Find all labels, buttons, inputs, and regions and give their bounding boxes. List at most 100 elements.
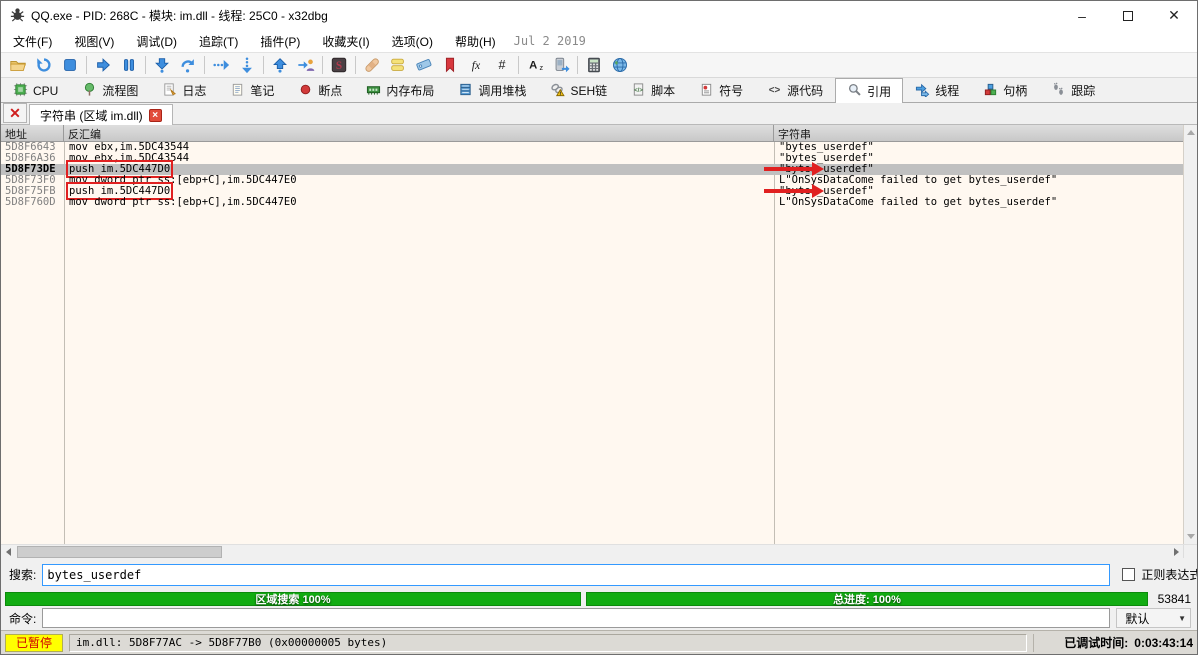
horizontal-scrollbar[interactable] bbox=[1, 545, 1183, 558]
vertical-scrollbar[interactable] bbox=[1183, 125, 1197, 544]
column-header[interactable]: 地址 bbox=[1, 125, 64, 141]
pause-button[interactable] bbox=[116, 53, 142, 77]
table-row[interactable]: 5D8F6A36mov ebx,im.5DC43544"bytes_userde… bbox=[1, 153, 1183, 164]
execute-till-return-button[interactable] bbox=[267, 53, 293, 77]
bookmarks-button[interactable] bbox=[437, 53, 463, 77]
search-input[interactable] bbox=[42, 564, 1110, 586]
minimize-button[interactable]: – bbox=[1059, 1, 1105, 30]
search-match: bytes_userdef bbox=[785, 153, 867, 164]
scroll-left-icon[interactable] bbox=[1, 544, 15, 559]
build-date: Jul 2 2019 bbox=[514, 34, 586, 48]
main-tab-bar: CPU 流程图 日志笔记断点内存布局调用堆栈SEH链</>脚本符号<>源代码引用线程… bbox=[1, 78, 1197, 103]
run-button[interactable] bbox=[90, 53, 116, 77]
open-folder-icon bbox=[9, 56, 27, 74]
labels-button[interactable] bbox=[411, 53, 437, 77]
tab-graph[interactable]: 流程图 bbox=[70, 78, 150, 102]
step-over-button[interactable] bbox=[175, 53, 201, 77]
hash-icon: # bbox=[493, 56, 511, 74]
menu-item[interactable]: 调试(D) bbox=[126, 33, 187, 51]
functions-button[interactable]: fx bbox=[463, 53, 489, 77]
tab-breakpoints[interactable]: 断点 bbox=[286, 78, 354, 102]
tab-trace[interactable]: 跟踪 bbox=[1039, 78, 1107, 102]
references-table: 地址反汇编字符串 5D8F6643mov ebx,im.5DC43544"byt… bbox=[1, 125, 1197, 544]
threads-icon bbox=[915, 82, 930, 100]
run-to-user-code-button[interactable] bbox=[293, 53, 319, 77]
subtab-close-icon[interactable]: × bbox=[149, 109, 162, 122]
toolbar-separator bbox=[322, 56, 323, 74]
tab-log[interactable]: 日志 bbox=[150, 78, 218, 102]
menu-item[interactable]: 选项(O) bbox=[382, 33, 443, 51]
horizontal-scrollbar-row bbox=[1, 544, 1197, 558]
tab-label: CPU bbox=[33, 84, 58, 98]
tab-handles[interactable]: 句柄 bbox=[971, 78, 1039, 102]
subtab-label: 字符串 (区域 im.dll) bbox=[40, 107, 143, 124]
command-input[interactable] bbox=[42, 608, 1110, 628]
calculator-icon bbox=[585, 56, 603, 74]
tab-call-stack[interactable]: 调用堆栈 bbox=[446, 78, 538, 102]
tab-script[interactable]: </>脚本 bbox=[619, 78, 687, 102]
attach-button[interactable] bbox=[548, 53, 574, 77]
hash-button[interactable]: # bbox=[489, 53, 515, 77]
tab-memory-map[interactable]: 内存布局 bbox=[354, 78, 446, 102]
strings-az-button[interactable]: Az bbox=[522, 53, 548, 77]
svg-text:#: # bbox=[498, 58, 505, 72]
column-header[interactable]: 反汇编 bbox=[64, 125, 774, 141]
tab-references[interactable]: 引用 bbox=[835, 78, 903, 103]
menu-item[interactable]: 文件(F) bbox=[3, 33, 62, 51]
step-into-button[interactable] bbox=[149, 53, 175, 77]
labels-icon bbox=[415, 56, 433, 74]
menu-item[interactable]: 帮助(H) bbox=[445, 33, 506, 51]
globe-button[interactable] bbox=[607, 53, 633, 77]
comments-button[interactable] bbox=[385, 53, 411, 77]
scroll-down-icon[interactable] bbox=[1184, 529, 1198, 544]
column-header[interactable]: 字符串 bbox=[774, 125, 1183, 141]
close-button[interactable]: ✕ bbox=[1151, 1, 1197, 30]
functions-icon: fx bbox=[467, 56, 485, 74]
restart-button[interactable] bbox=[31, 53, 57, 77]
graph-icon bbox=[82, 82, 97, 100]
scrollbar-corner bbox=[1183, 545, 1197, 558]
calculator-button[interactable] bbox=[581, 53, 607, 77]
script-s-button[interactable]: S bbox=[326, 53, 352, 77]
menu-item[interactable]: 插件(P) bbox=[250, 33, 310, 51]
tab-seh-chain[interactable]: SEH链 bbox=[538, 78, 619, 102]
command-label: 命令: bbox=[9, 610, 36, 627]
scroll-right-icon[interactable] bbox=[1169, 544, 1183, 559]
tab-cpu[interactable]: CPU bbox=[1, 78, 70, 102]
maximize-button[interactable] bbox=[1105, 1, 1151, 30]
menu-item[interactable]: 视图(V) bbox=[64, 33, 124, 51]
sub-tab-bar: ✕ 字符串 (区域 im.dll) × bbox=[1, 103, 1197, 125]
address-cell: 5D8F73F0 bbox=[1, 175, 64, 186]
close-all-references-button[interactable]: ✕ bbox=[3, 103, 27, 123]
disassembly-cell: mov dword ptr ss:[ebp+C],im.5DC447E0 bbox=[64, 175, 774, 186]
cpu-icon bbox=[13, 82, 28, 100]
table-row[interactable]: 5D8F73F0mov dword ptr ss:[ebp+C],im.5DC4… bbox=[1, 175, 1183, 186]
address-cell: 5D8F73DE bbox=[1, 164, 64, 175]
trace-icon bbox=[1051, 82, 1066, 100]
trace-over-button[interactable] bbox=[234, 53, 260, 77]
strings-az-icon: Az bbox=[526, 56, 544, 74]
trace-into-button[interactable] bbox=[208, 53, 234, 77]
svg-text:S: S bbox=[336, 60, 342, 72]
open-folder-button[interactable] bbox=[5, 53, 31, 77]
patches-button[interactable] bbox=[359, 53, 385, 77]
tab-symbols[interactable]: 符号 bbox=[687, 78, 755, 102]
subtab-strings-region[interactable]: 字符串 (区域 im.dll) × bbox=[29, 104, 173, 125]
handles-icon bbox=[983, 82, 998, 100]
profile-dropdown[interactable]: 默认 ▼ bbox=[1116, 608, 1191, 628]
table-row[interactable]: 5D8F760Dmov dword ptr ss:[ebp+C],im.5DC4… bbox=[1, 197, 1183, 208]
scroll-up-icon[interactable] bbox=[1184, 125, 1198, 140]
attach-icon bbox=[552, 56, 570, 74]
memory-icon bbox=[366, 82, 381, 100]
scrollbar-thumb[interactable] bbox=[17, 546, 222, 558]
patches-icon bbox=[363, 56, 381, 74]
menu-item[interactable]: 收藏夹(I) bbox=[312, 33, 379, 51]
tab-notes[interactable]: 笔记 bbox=[218, 78, 286, 102]
regex-checkbox[interactable] bbox=[1122, 568, 1135, 581]
tab-source[interactable]: <>源代码 bbox=[755, 78, 835, 102]
toolbar-separator bbox=[145, 56, 146, 74]
menu-item[interactable]: 追踪(T) bbox=[189, 33, 248, 51]
stop-button[interactable] bbox=[57, 53, 83, 77]
tab-threads[interactable]: 线程 bbox=[903, 78, 971, 102]
tab-label: 日志 bbox=[182, 82, 206, 99]
